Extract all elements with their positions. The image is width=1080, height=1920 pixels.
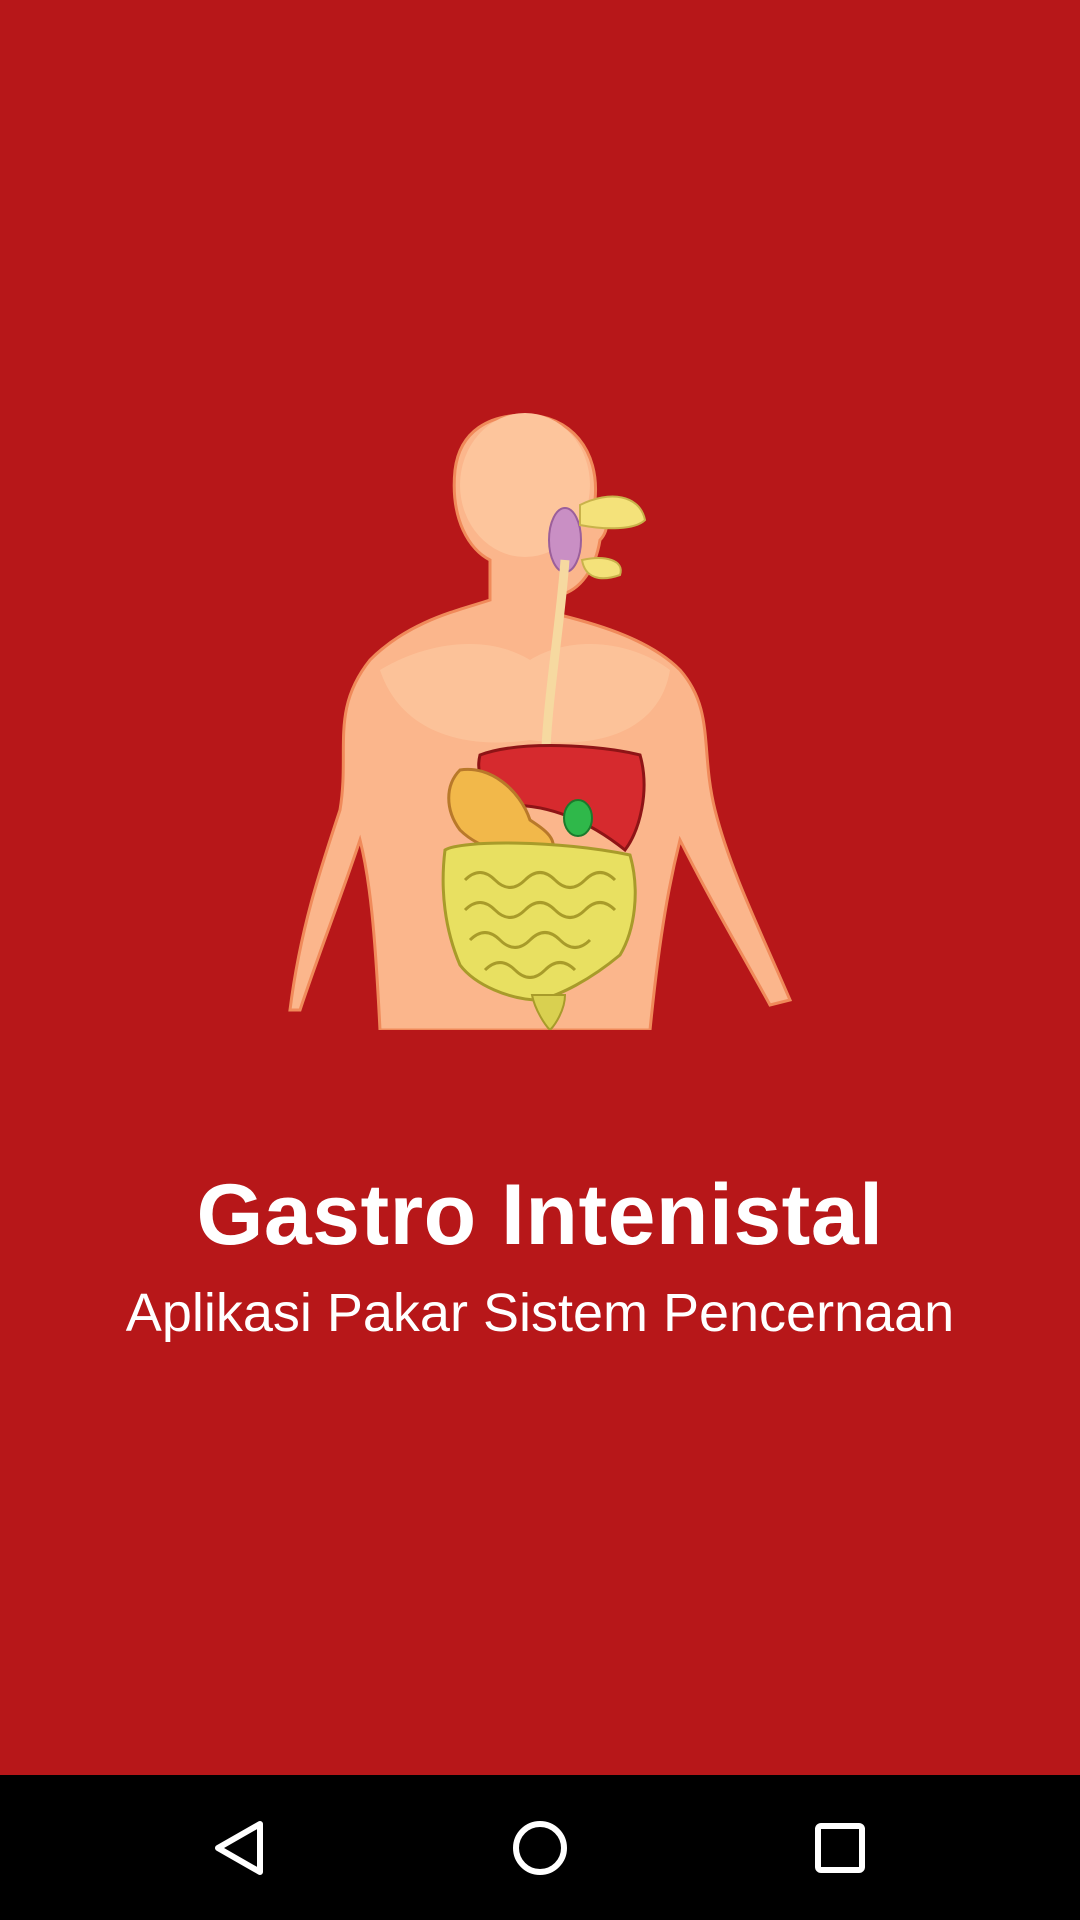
splash-background: Gastro Intenistal Aplikasi Pakar Sistem … [0, 0, 1080, 1775]
navigation-bar [0, 1775, 1080, 1920]
recents-square-icon [815, 1822, 865, 1873]
nav-back-button[interactable] [160, 1775, 320, 1920]
app-subtitle: Aplikasi Pakar Sistem Pencernaan [125, 1283, 955, 1343]
nav-recents-button[interactable] [760, 1775, 920, 1920]
splash-screen: Gastro Intenistal Aplikasi Pakar Sistem … [0, 0, 1080, 1920]
app-title: Gastro Intenistal [196, 1167, 884, 1263]
digestive-system-illustration [288, 413, 793, 1030]
back-triangle-icon [215, 1820, 263, 1875]
mouth-shape [579, 495, 647, 530]
home-circle-icon [513, 1820, 567, 1875]
gallbladder-shape [563, 799, 593, 837]
nav-home-button[interactable] [460, 1775, 620, 1920]
